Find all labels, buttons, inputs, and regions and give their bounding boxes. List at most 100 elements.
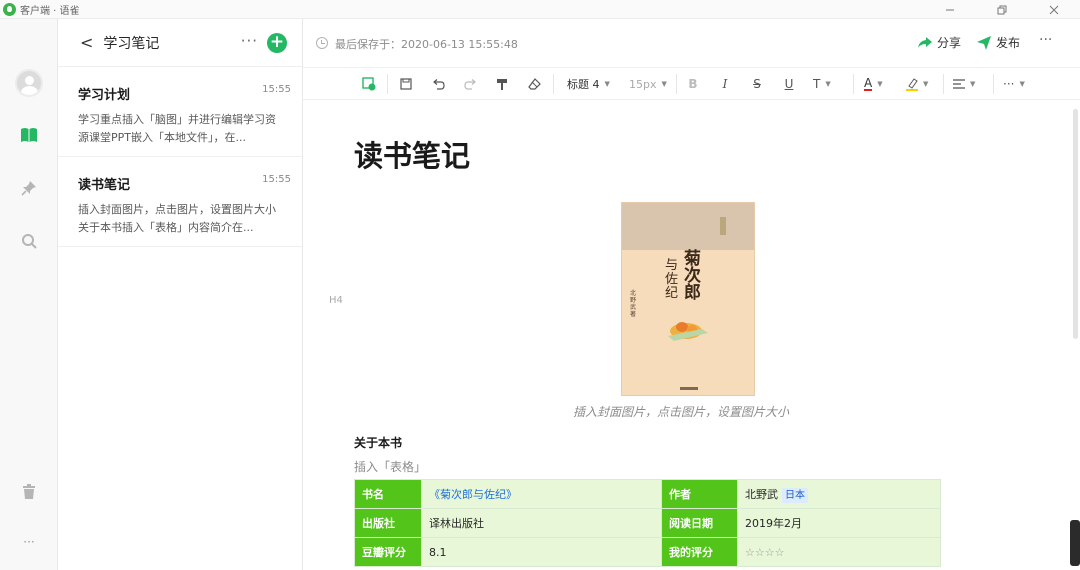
eraser-button[interactable] bbox=[526, 76, 542, 92]
list-item[interactable]: 学习计划 15:55 学习重点插入「脑图」并进行编辑学习资源课堂PPT嵌入「本地… bbox=[58, 67, 302, 157]
app-logo-icon bbox=[3, 2, 16, 16]
notebook-more-button[interactable]: ··· bbox=[241, 32, 258, 50]
table-key[interactable]: 作者 bbox=[661, 479, 738, 509]
close-button[interactable] bbox=[1028, 0, 1080, 19]
editor-topbar: 最后保存于：2020-06-13 15:55:48 分享 发布 ··· bbox=[303, 19, 1080, 68]
underline-button[interactable]: U bbox=[781, 76, 797, 92]
note-summary: 插入封面图片，点击图片，设置图片大小关于本书插入「表格」内容简介在... bbox=[78, 203, 276, 234]
superscript-button[interactable]: T ▼ bbox=[813, 76, 847, 92]
save-icon bbox=[400, 78, 412, 90]
table-value[interactable]: 8.1 bbox=[421, 537, 662, 567]
minimize-button[interactable] bbox=[924, 0, 976, 19]
book-cover-image[interactable]: 菊次郎 与佐纪 北野武 著 bbox=[621, 202, 755, 396]
editor-more-button[interactable]: ··· bbox=[1039, 32, 1052, 48]
redo-icon bbox=[463, 78, 476, 90]
chevron-down-icon: ▼ bbox=[661, 80, 667, 88]
table-key[interactable]: 书名 bbox=[354, 479, 422, 509]
note-list-header: < 学习笔记 ··· + bbox=[58, 19, 302, 67]
note-title: 读书笔记 bbox=[78, 178, 131, 193]
note-summary: 学习重点插入「脑图」并进行编辑学习资源课堂PPT嵌入「本地文件」，在... bbox=[78, 113, 276, 144]
share-label: 分享 bbox=[937, 36, 962, 50]
superscript-icon: T bbox=[813, 77, 821, 91]
undo-button[interactable] bbox=[430, 76, 446, 92]
trash-icon[interactable] bbox=[19, 482, 39, 502]
font-color-icon: A bbox=[864, 76, 873, 91]
save-button[interactable] bbox=[398, 76, 414, 92]
avatar[interactable] bbox=[15, 69, 43, 97]
document-body[interactable]: 读书笔记 H4 菊次郎 与佐纪 北野武 著 插入封面图片，点击图片，设置图片大小… bbox=[303, 100, 1080, 570]
font-size-value: 15px bbox=[629, 77, 657, 91]
app-window: 客户端 · 语雀 ··· < 学习笔记 ··· + 学习计划 15:55 学习重… bbox=[0, 0, 1080, 570]
doc-title[interactable]: 读书笔记 bbox=[354, 133, 470, 175]
table-value[interactable]: 北野武 日本 bbox=[737, 479, 941, 509]
heading-select[interactable]: 标题 4 ▼ bbox=[567, 76, 623, 92]
table-key[interactable]: 阅读日期 bbox=[661, 508, 738, 538]
format-toolbar: 标题 4 ▼ 15px ▼ B I S U T ▼ A ▼ ▼ ▼ ··· ▼ bbox=[303, 68, 1080, 100]
table-value[interactable]: 译林出版社 bbox=[421, 508, 662, 538]
clock-icon bbox=[316, 37, 328, 49]
chevron-down-icon: ▼ bbox=[825, 80, 831, 88]
send-icon bbox=[977, 35, 991, 50]
table-value[interactable]: 2019年2月 bbox=[737, 508, 941, 538]
left-rail: ··· bbox=[0, 19, 58, 570]
chevron-down-icon: ▼ bbox=[923, 80, 929, 88]
country-tag: 日本 bbox=[782, 487, 808, 503]
font-size-select[interactable]: 15px ▼ bbox=[629, 76, 677, 92]
table-key[interactable]: 我的评分 bbox=[661, 537, 738, 567]
pin-icon[interactable] bbox=[19, 178, 39, 198]
table-key[interactable]: 豆瓣评分 bbox=[354, 537, 422, 567]
publish-button[interactable]: 发布 bbox=[977, 34, 1020, 51]
more-icon: ··· bbox=[1003, 77, 1015, 91]
share-button[interactable]: 分享 bbox=[917, 34, 961, 51]
author-name: 北野武 bbox=[745, 487, 778, 501]
list-item[interactable]: 读书笔记 15:55 插入封面图片，点击图片，设置图片大小关于本书插入「表格」内… bbox=[58, 157, 302, 247]
note-time: 15:55 bbox=[262, 84, 291, 95]
restore-button[interactable] bbox=[976, 0, 1028, 19]
chevron-down-icon: ▼ bbox=[877, 80, 883, 88]
italic-button[interactable]: I bbox=[717, 76, 733, 92]
bold-button[interactable]: B bbox=[685, 76, 701, 92]
table-note[interactable]: 插入「表格」 bbox=[354, 458, 426, 475]
book-title-link[interactable]: 《菊次郎与佐纪》 bbox=[429, 488, 517, 501]
redo-button[interactable] bbox=[462, 76, 478, 92]
font-color-button[interactable]: A ▼ bbox=[864, 76, 894, 92]
note-time: 15:55 bbox=[262, 174, 291, 185]
close-icon bbox=[1049, 5, 1059, 14]
last-saved-text: 最后保存于：2020-06-13 15:55:48 bbox=[335, 38, 518, 51]
side-widget bbox=[1070, 520, 1080, 566]
vertical-scrollbar[interactable] bbox=[1073, 109, 1078, 339]
table-value[interactable]: 《菊次郎与佐纪》 bbox=[421, 479, 662, 509]
book-info-table[interactable]: 书名 《菊次郎与佐纪》 作者 北野武 日本 出版社 译林出版社 阅读日期 2019… bbox=[354, 479, 941, 567]
more-icon[interactable]: ··· bbox=[19, 532, 39, 552]
chevron-down-icon: ▼ bbox=[1019, 80, 1025, 88]
table-row: 豆瓣评分 8.1 我的评分 ☆☆☆☆ bbox=[354, 537, 941, 567]
table-row: 书名 《菊次郎与佐纪》 作者 北野武 日本 bbox=[354, 479, 941, 509]
format-painter-button[interactable] bbox=[494, 76, 510, 92]
restore-icon bbox=[997, 5, 1007, 14]
align-button[interactable]: ▼ bbox=[953, 76, 985, 92]
add-note-button[interactable]: + bbox=[267, 33, 287, 53]
rating-stars[interactable]: ☆☆☆☆ bbox=[737, 537, 941, 567]
toolbar-more-button[interactable]: ··· ▼ bbox=[1003, 76, 1033, 92]
notebook-title: 学习笔记 bbox=[103, 35, 160, 52]
table-key[interactable]: 出版社 bbox=[354, 508, 422, 538]
image-caption[interactable]: 插入封面图片，点击图片，设置图片大小 bbox=[573, 403, 789, 420]
italic-icon: I bbox=[722, 77, 728, 91]
underline-icon: U bbox=[784, 77, 794, 91]
strikethrough-button[interactable]: S bbox=[749, 76, 765, 92]
book-icon[interactable] bbox=[19, 125, 39, 145]
share-icon bbox=[918, 36, 932, 48]
search-icon[interactable] bbox=[19, 231, 39, 251]
insert-card-button[interactable] bbox=[361, 76, 377, 92]
note-title: 学习计划 bbox=[78, 88, 131, 103]
publish-label: 发布 bbox=[996, 36, 1021, 50]
back-button[interactable]: < bbox=[80, 33, 93, 52]
table-row: 出版社 译林出版社 阅读日期 2019年2月 bbox=[354, 508, 941, 538]
heading-select-value: 标题 4 bbox=[567, 78, 600, 91]
bold-icon: B bbox=[688, 77, 698, 91]
section-heading[interactable]: 关于本书 bbox=[354, 434, 402, 451]
chevron-down-icon: ▼ bbox=[970, 80, 976, 88]
highlight-button[interactable]: ▼ bbox=[906, 76, 936, 92]
heading-level-marker: H4 bbox=[329, 295, 343, 306]
chevron-down-icon: ▼ bbox=[604, 80, 610, 88]
